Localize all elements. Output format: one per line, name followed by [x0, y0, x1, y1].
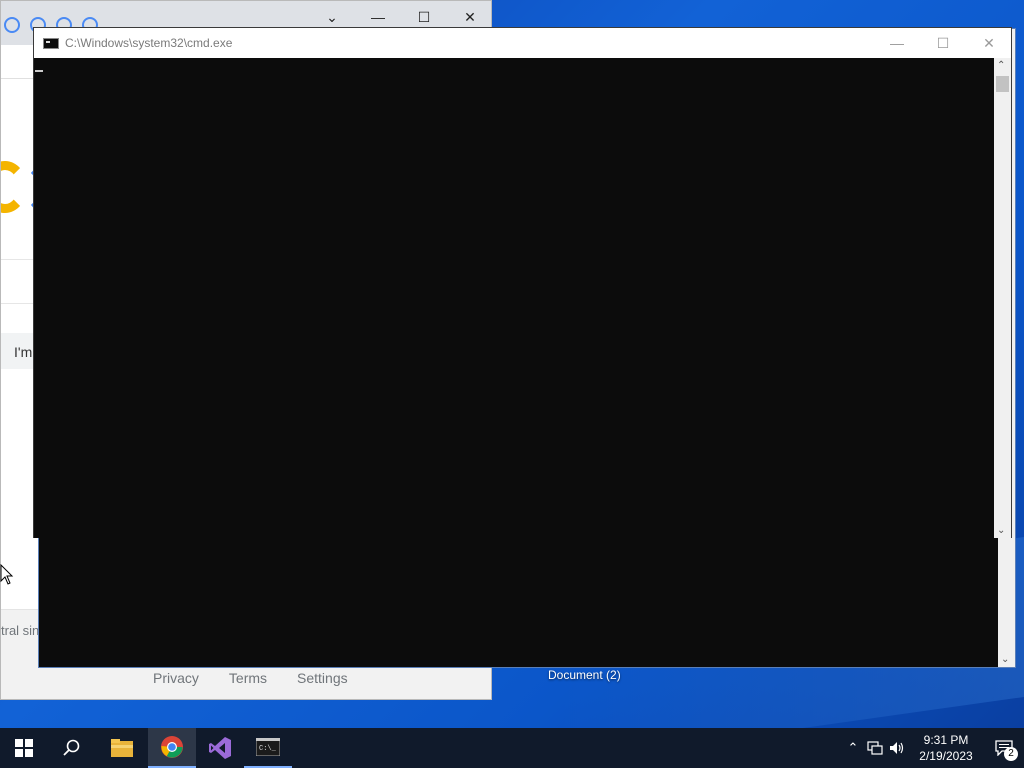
console-app-icon	[43, 37, 59, 49]
taskbar-cmd[interactable]: C:\_	[244, 728, 292, 768]
close-button[interactable]: ✕	[447, 7, 491, 27]
taskbar-visual-studio[interactable]	[196, 728, 244, 768]
scroll-up-icon[interactable]: ⌃	[997, 60, 1005, 71]
start-button[interactable]	[0, 728, 48, 768]
footer-location-text: tral sin	[1, 623, 40, 638]
window-title: C:\Windows\system32\cmd.exe	[65, 36, 233, 50]
console-titlebar[interactable]: C:\Windows\system32\cmd.exe — ☐ ✕	[34, 28, 1011, 58]
folder-icon	[111, 739, 133, 757]
clock[interactable]: 9:31 PM 2/19/2023	[914, 732, 978, 764]
maximize-button[interactable]: ☐	[920, 28, 966, 58]
scroll-down-icon[interactable]: ⌄	[1001, 654, 1009, 665]
scroll-thumb[interactable]	[996, 76, 1009, 92]
console-icon: C:\_	[256, 738, 280, 756]
taskbar-file-explorer[interactable]	[98, 728, 146, 768]
system-tray: ⌃ 9:31 PM 2/19/2023 2	[842, 728, 1024, 768]
mouse-pointer-icon	[0, 564, 14, 585]
tab-favicon-icon[interactable]	[4, 17, 20, 33]
console-window[interactable]: C:\Windows\system32\cmd.exe — ☐ ✕ ⌃ ⌄	[33, 27, 1012, 538]
minimize-button[interactable]: —	[874, 28, 920, 58]
taskbar: C:\_ ⌃ 9:31 PM 2/19/2023 2	[0, 728, 1024, 768]
notification-count-badge: 2	[1004, 747, 1018, 761]
svg-text:C:\_: C:\_	[259, 745, 277, 753]
volume-icon[interactable]	[886, 728, 908, 768]
minimize-button[interactable]: —	[355, 7, 401, 27]
terms-link[interactable]: Terms	[229, 670, 267, 686]
chrome-icon	[161, 736, 183, 758]
console-output[interactable]	[34, 58, 996, 538]
network-icon[interactable]	[864, 728, 886, 768]
text-cursor	[35, 70, 43, 72]
visual-studio-icon	[209, 737, 231, 759]
chevron-up-icon[interactable]: ⌃	[842, 728, 864, 768]
clock-date: 2/19/2023	[919, 749, 973, 763]
logo-fragment-icon	[1, 161, 27, 213]
footer-links: Privacy Terms Settings	[153, 670, 348, 686]
action-center-button[interactable]: 2	[984, 728, 1024, 768]
privacy-link[interactable]: Privacy	[153, 670, 199, 686]
scroll-down-icon[interactable]: ⌄	[997, 525, 1005, 536]
search-button[interactable]	[48, 728, 96, 768]
search-icon	[63, 739, 80, 756]
console-scrollbar[interactable]: ⌃ ⌄	[994, 58, 1011, 538]
desktop-icon-label[interactable]: Document (2)	[548, 668, 621, 682]
clock-time: 9:31 PM	[923, 733, 969, 747]
settings-link[interactable]: Settings	[297, 670, 348, 686]
chevron-down-icon[interactable]: ⌄	[309, 7, 355, 27]
windows-logo-icon	[15, 739, 33, 757]
taskbar-chrome[interactable]	[148, 728, 196, 768]
close-button[interactable]: ✕	[966, 28, 1012, 58]
maximize-button[interactable]: ☐	[401, 7, 447, 27]
